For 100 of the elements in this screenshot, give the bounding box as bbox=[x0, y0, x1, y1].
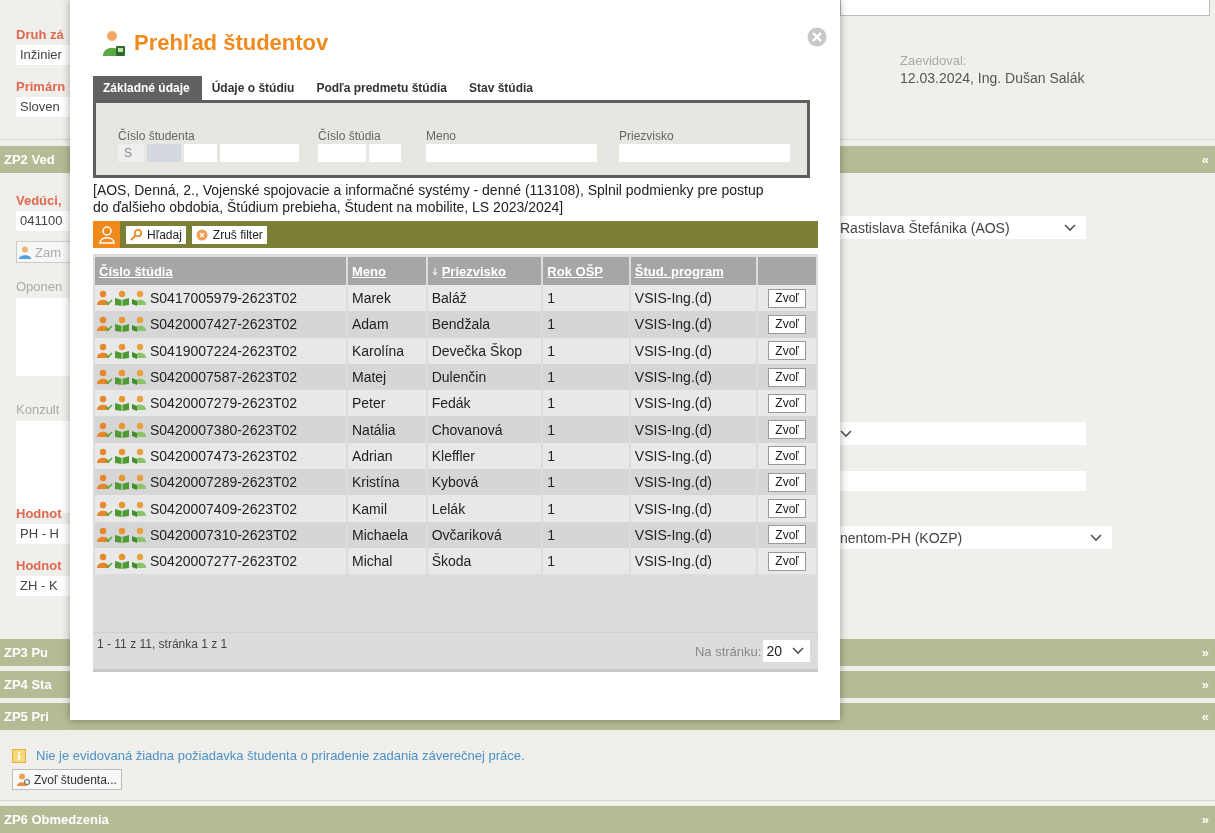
study-number: S0420007409-2623T02 bbox=[150, 500, 298, 517]
book-person-icon bbox=[114, 369, 130, 386]
input-field[interactable] bbox=[619, 144, 790, 162]
table-cell: VSIS-Ing.(d) bbox=[630, 469, 757, 496]
select-button[interactable]: Zvoľ bbox=[768, 446, 806, 466]
page-size-dropdown[interactable]: 20 bbox=[763, 640, 810, 662]
person-icon bbox=[19, 245, 31, 259]
field-label: Druh zá bbox=[16, 27, 64, 43]
table-cell: 1 bbox=[543, 495, 629, 522]
book-person-icon bbox=[114, 474, 130, 491]
field-label: Oponen bbox=[16, 279, 63, 294]
person-reading-icon bbox=[131, 526, 147, 543]
input-field[interactable] bbox=[369, 144, 401, 162]
text-area[interactable] bbox=[840, 0, 1210, 16]
table-cell: Lelák bbox=[427, 495, 542, 522]
table-cell: 1 bbox=[543, 363, 629, 391]
person-check-icon bbox=[97, 316, 113, 333]
input-field[interactable] bbox=[318, 144, 366, 162]
choose-student-button[interactable]: Zvoľ študenta... bbox=[12, 769, 122, 790]
section-title: ZP6 Obmedzenia bbox=[4, 812, 109, 827]
person-check-icon bbox=[97, 553, 113, 570]
dropdown[interactable]: Rastislava Štefánika (AOS) bbox=[840, 216, 1086, 239]
table-cell: 1 bbox=[543, 547, 629, 575]
book-person-icon bbox=[114, 342, 130, 359]
select-button[interactable]: Zvoľ bbox=[768, 367, 806, 387]
field-label: Primárn bbox=[16, 79, 66, 95]
book-person-icon bbox=[114, 421, 130, 438]
search-button[interactable]: Hľadaj bbox=[126, 225, 186, 244]
table-cell: Bendžala bbox=[427, 311, 542, 338]
field-value: 12.03.2024, Ing. Dušan Salák bbox=[900, 70, 1085, 86]
person-icon bbox=[98, 225, 115, 244]
section-title: ZP5 Pri bbox=[4, 709, 49, 724]
chevron-icon bbox=[792, 647, 804, 655]
table-cell: Chovanová bbox=[427, 416, 542, 443]
study-summary: [AOS, Denná, 2., Vojenské spojovacie a informačné systémy - denné (113108), Splnil podmienky pre postup do ďalšieho obdobia, Štúdium prebieha, Študent na mobilite, LS 2023/2024] bbox=[93, 182, 765, 216]
input-field[interactable] bbox=[840, 471, 1086, 491]
table-cell: Kleffler bbox=[427, 442, 542, 470]
select-button[interactable]: Zvoľ bbox=[768, 499, 806, 518]
input-field[interactable] bbox=[184, 144, 217, 162]
book-person-icon bbox=[114, 316, 130, 333]
section-title: ZP4 Sta bbox=[4, 677, 52, 692]
table-cell: VSIS-Ing.(d) bbox=[630, 442, 757, 470]
person-check-icon bbox=[97, 474, 113, 491]
value-field[interactable]: PH - H bbox=[16, 524, 70, 544]
table-cell: 1 bbox=[543, 285, 629, 312]
book-person-icon bbox=[114, 447, 130, 464]
input-field[interactable] bbox=[426, 144, 597, 162]
value-field[interactable]: ZH - K bbox=[16, 576, 70, 596]
person-check-icon bbox=[97, 290, 113, 307]
dropdown[interactable] bbox=[840, 422, 1086, 445]
input-field[interactable] bbox=[220, 144, 299, 162]
field-label: Meno bbox=[426, 129, 458, 143]
table-cell: VSIS-Ing.(d) bbox=[630, 521, 757, 548]
table-cell: Fedák bbox=[427, 390, 542, 417]
table-cell: Karolína bbox=[348, 337, 426, 364]
tab[interactable]: Podľa predmetu štúdia bbox=[306, 76, 459, 100]
person-check-icon bbox=[97, 369, 113, 386]
value-field[interactable]: Sloven bbox=[16, 97, 70, 117]
select-button[interactable]: Zvoľ bbox=[768, 314, 806, 334]
tab[interactable]: Základné údaje bbox=[93, 76, 202, 100]
close-icon[interactable] bbox=[807, 27, 827, 47]
person-check-icon bbox=[97, 395, 113, 412]
table-cell: Matej bbox=[348, 363, 426, 391]
table-cell: Dulenčin bbox=[427, 363, 542, 391]
tab[interactable]: Stav štúdia bbox=[459, 76, 546, 100]
book-person-icon bbox=[114, 500, 130, 517]
select-button[interactable]: Zvoľ bbox=[768, 525, 806, 545]
chevron-icon bbox=[1090, 533, 1102, 542]
section-title: ZP2 Ved bbox=[4, 152, 55, 167]
select-button[interactable]: Zvoľ bbox=[768, 420, 806, 440]
value-field[interactable]: 041100 bbox=[16, 211, 70, 231]
table-cell: VSIS-Ing.(d) bbox=[630, 311, 757, 338]
select-button[interactable]: Zvoľ bbox=[768, 472, 806, 492]
chevron-icon bbox=[1064, 223, 1076, 232]
table-cell: VSIS-Ing.(d) bbox=[630, 390, 757, 417]
field-label: Číslo štúdia bbox=[318, 129, 382, 143]
select-button[interactable]: Zvoľ bbox=[768, 393, 806, 413]
select-button[interactable]: Zvoľ bbox=[768, 551, 806, 571]
person-check-icon bbox=[97, 421, 113, 438]
study-number: S0419007224-2623T02 bbox=[150, 342, 298, 359]
field-label: Vedúci, bbox=[16, 193, 62, 209]
table-cell: Kamil bbox=[348, 495, 426, 522]
tab[interactable]: Údaje o štúdiu bbox=[201, 76, 307, 100]
select-button[interactable]: Zvoľ bbox=[768, 341, 806, 361]
column-header bbox=[758, 257, 816, 285]
section-title: ZP3 Pu bbox=[4, 645, 49, 660]
table-cell: Natália bbox=[348, 416, 426, 443]
value-field[interactable]: Inžinier bbox=[16, 45, 70, 65]
study-number: S0420007289-2623T02 bbox=[150, 474, 298, 491]
text-area[interactable] bbox=[16, 298, 70, 376]
clear-filter-button[interactable]: Zruš filter bbox=[191, 225, 267, 244]
field-label: Hodnot bbox=[16, 558, 62, 574]
dropdown[interactable]: nentom-PH (KOZP) bbox=[840, 526, 1112, 549]
person-button[interactable] bbox=[93, 221, 120, 248]
table-cell: Michal bbox=[348, 547, 426, 575]
chevron-icon bbox=[840, 429, 852, 438]
search-icon bbox=[130, 228, 142, 241]
book-person-icon bbox=[114, 395, 130, 412]
select-button[interactable]: Zvoľ bbox=[768, 288, 806, 308]
person-reading-icon bbox=[131, 316, 147, 333]
